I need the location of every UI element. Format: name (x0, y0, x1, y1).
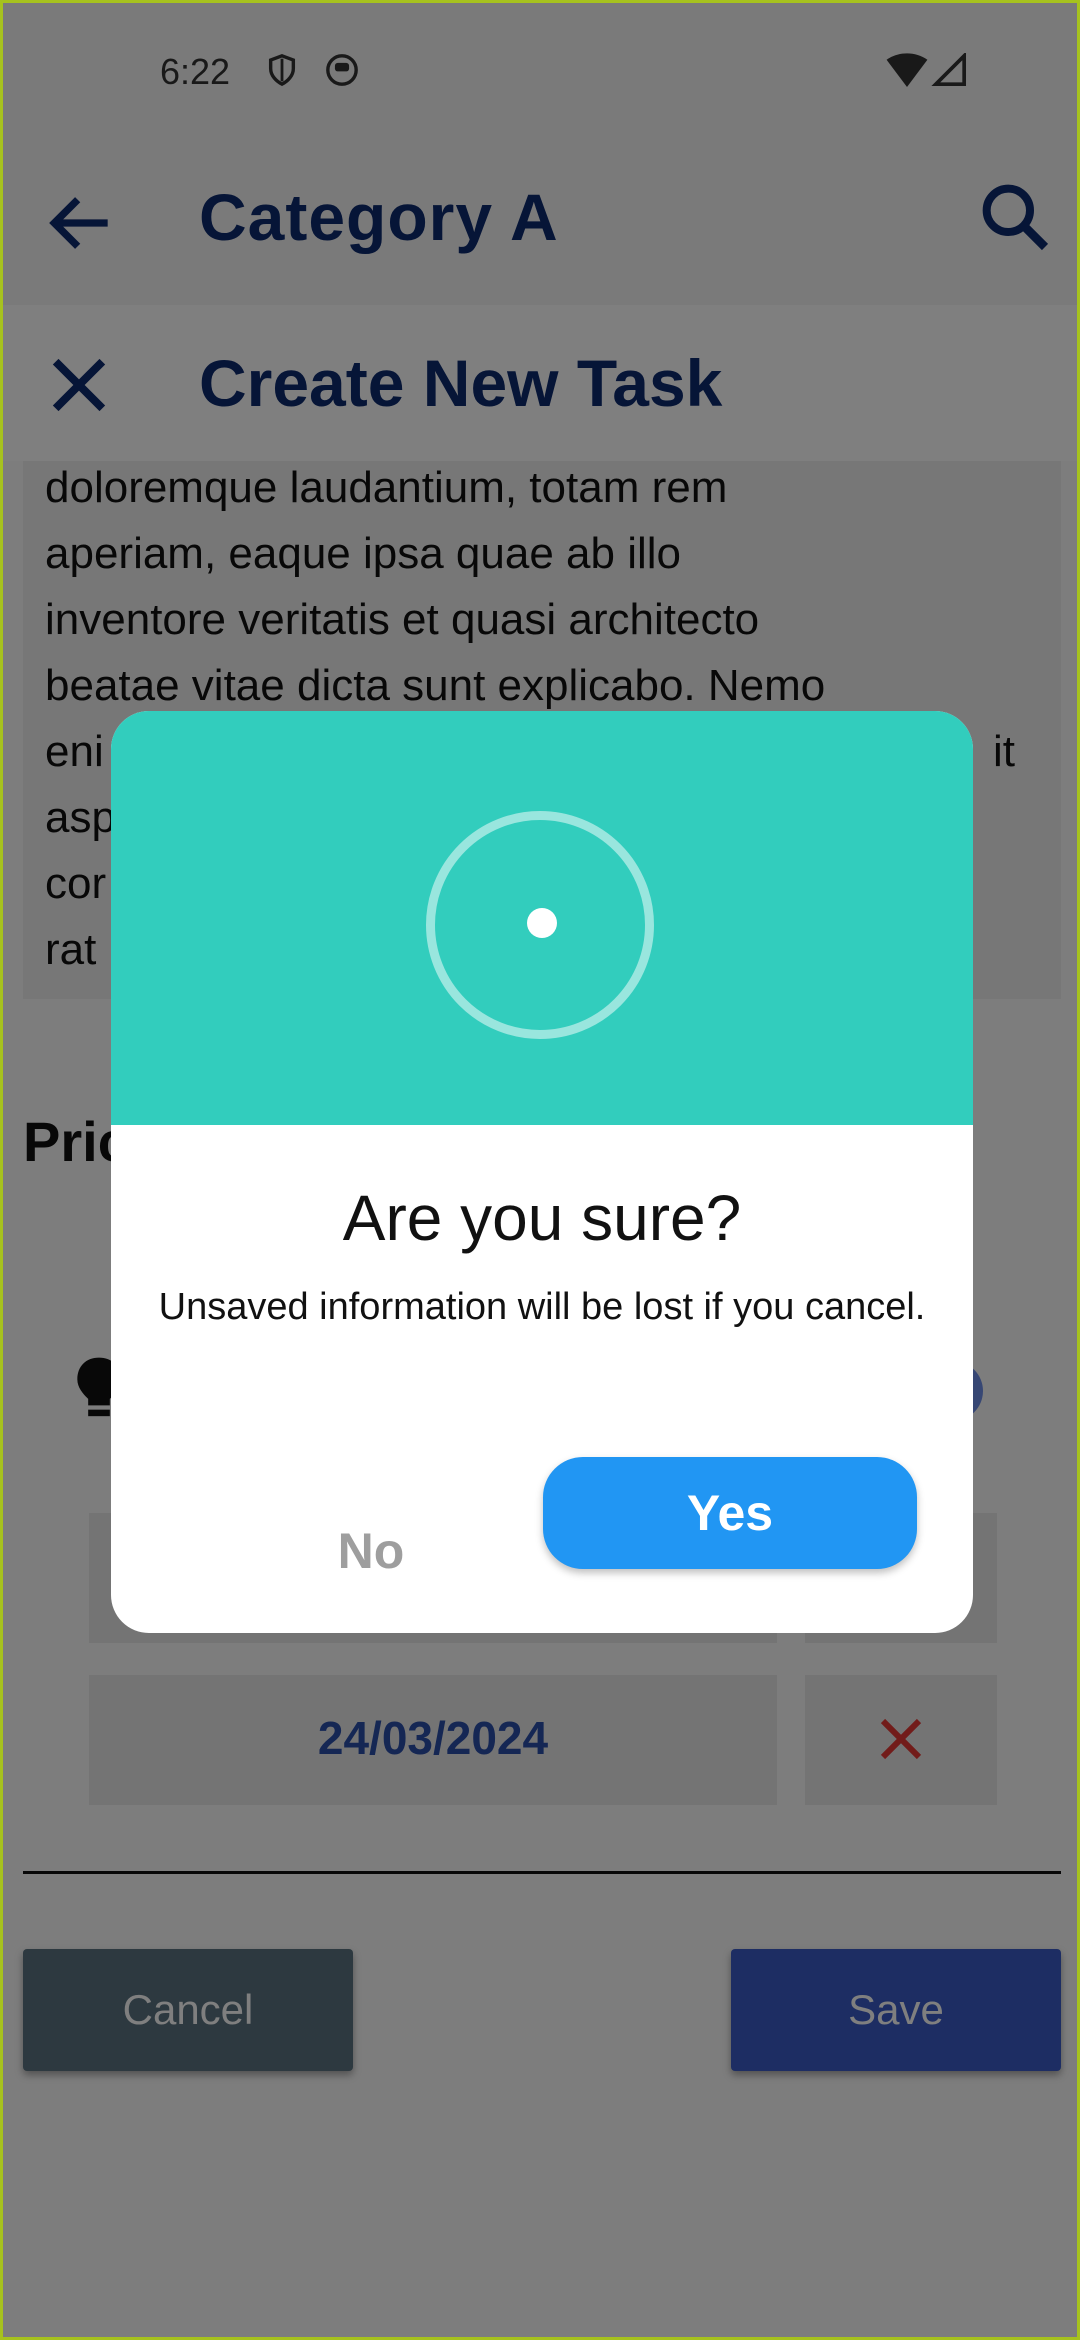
no-button[interactable]: No (271, 1501, 471, 1601)
info-ring-dot (527, 908, 557, 938)
dialog-message: Unsaved information will be lost if you … (158, 1286, 926, 1328)
yes-button[interactable]: Yes (543, 1457, 917, 1569)
dialog-header (111, 711, 973, 1125)
confirm-dialog: Are you sure? Unsaved information will b… (111, 711, 973, 1633)
screen-frame: 6:22 Category A Create New Task (0, 0, 1080, 2340)
dialog-title: Are you sure? (342, 1182, 742, 1254)
